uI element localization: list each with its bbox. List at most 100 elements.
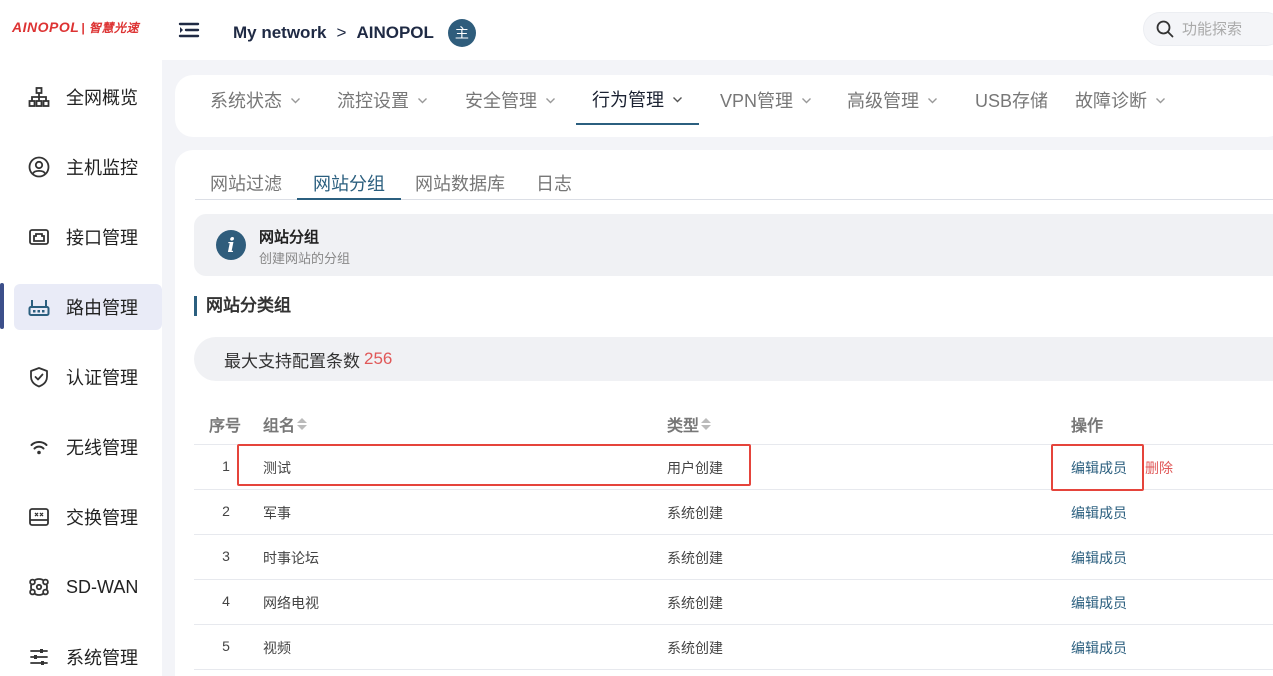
nav-label: USB存储	[975, 91, 1049, 111]
tab-log[interactable]: 日志	[536, 170, 572, 200]
chevron-down-icon	[546, 97, 555, 103]
sidebar-item-label: 交换管理	[66, 508, 138, 528]
table-row: 4 网络电视 系统创建 编辑成员	[194, 580, 1273, 625]
group-table: 序号 组名 类型 操作 1 测试 用户创建 编辑成员 删除 2 军事 系统创建 …	[194, 400, 1273, 670]
max-config-value: 256	[364, 349, 393, 368]
chevron-down-icon	[418, 97, 427, 103]
shield-check-icon	[28, 366, 50, 388]
edit-members-link[interactable]: 编辑成员	[1071, 593, 1127, 613]
table-row: 2 军事 系统创建 编辑成员	[194, 490, 1273, 535]
sort-icon[interactable]	[297, 418, 308, 430]
sidebar-item-label: 无线管理	[66, 438, 138, 458]
row-name: 时事论坛	[263, 550, 319, 566]
sidebar-item-label: 全网概览	[66, 88, 138, 108]
nav-advanced[interactable]: 高级管理	[847, 75, 938, 125]
edit-members-link[interactable]: 编辑成员	[1071, 503, 1127, 523]
sidebar: 全网概览 主机监控 接口管理 路由管理 认证管理 无线管理 交换管理 SD-WA…	[0, 60, 162, 676]
search-input[interactable]	[1182, 20, 1273, 38]
sdwan-icon	[28, 576, 50, 598]
nav-security[interactable]: 安全管理	[465, 75, 556, 125]
header-name[interactable]: 组名	[263, 412, 308, 436]
tab-website-group[interactable]: 网站分组	[297, 170, 401, 200]
table-header: 序号 组名 类型 操作	[194, 400, 1273, 445]
sub-tabs: 网站过滤 网站分组 网站数据库 日志	[195, 164, 1273, 200]
user-circle-icon	[28, 156, 50, 178]
row-name: 军事	[263, 505, 291, 521]
info-icon: i	[216, 230, 246, 260]
nav-flow-control[interactable]: 流控设置	[337, 75, 428, 125]
sidebar-item-overview[interactable]: 全网概览	[14, 74, 162, 120]
info-title: 网站分组	[259, 229, 320, 246]
header-action: 操作	[1071, 418, 1104, 435]
logo-text: AINOPOL	[12, 19, 80, 35]
sidebar-item-wireless[interactable]: 无线管理	[14, 424, 162, 470]
sidebar-item-label: 认证管理	[66, 368, 138, 388]
nav-usb-storage[interactable]: USB存储	[975, 75, 1048, 125]
nav-label: VPN管理	[720, 91, 794, 111]
breadcrumb-current: AINOPOL	[356, 23, 434, 42]
sidebar-item-label: 主机监控	[66, 158, 138, 178]
row-index: 5	[222, 638, 230, 654]
tab-website-filter[interactable]: 网站过滤	[210, 170, 282, 200]
sidebar-item-system[interactable]: 系统管理	[14, 634, 162, 676]
sidebar-item-switching[interactable]: 交换管理	[14, 494, 162, 540]
chevron-down-icon	[291, 97, 300, 103]
info-subtitle: 创建网站的分组	[259, 251, 351, 266]
sort-icon[interactable]	[701, 418, 712, 430]
wifi-icon	[28, 436, 50, 458]
breadcrumb-separator: >	[336, 23, 347, 42]
header-type[interactable]: 类型	[667, 412, 712, 436]
row-index: 4	[222, 593, 230, 609]
nav-label: 高级管理	[847, 91, 919, 111]
row-name: 视频	[263, 640, 291, 656]
interface-port-icon	[28, 226, 50, 248]
nav-label: 安全管理	[465, 91, 537, 111]
sidebar-item-interface[interactable]: 接口管理	[14, 214, 162, 260]
row-name: 测试	[263, 460, 291, 476]
row-type: 系统创建	[667, 550, 723, 566]
breadcrumb: My network > AINOPOL 主	[233, 19, 476, 47]
logo-cn-text: | 智慧光速	[81, 21, 139, 35]
tab-website-database[interactable]: 网站数据库	[415, 170, 505, 200]
switch-icon	[28, 506, 50, 528]
table-row: 1 测试 用户创建 编辑成员 删除	[194, 445, 1273, 490]
sidebar-item-label: 系统管理	[66, 648, 138, 668]
router-icon	[28, 296, 50, 318]
table-row: 3 时事论坛 系统创建 编辑成员	[194, 535, 1273, 580]
table-row: 5 视频 系统创建 编辑成员	[194, 625, 1273, 670]
row-type: 用户创建	[667, 460, 723, 476]
chevron-down-icon	[802, 97, 812, 103]
sidebar-item-auth[interactable]: 认证管理	[14, 354, 162, 400]
row-index: 3	[222, 548, 230, 564]
chevron-down-icon	[928, 97, 937, 103]
nav-diagnostics[interactable]: 故障诊断	[1075, 75, 1166, 125]
row-index: 1	[222, 458, 230, 474]
main-nav: 系统状态 流控设置 安全管理 行为管理 VPN管理 高级管理 USB存储 故障诊…	[175, 75, 1273, 137]
content-card: 网站过滤 网站分组 网站数据库 日志 i 网站分组 创建网站的分组 网站分类组 …	[175, 150, 1273, 676]
brand-logo[interactable]: AINOPOL | 智慧光速	[12, 19, 139, 36]
topology-icon	[28, 86, 50, 108]
sidebar-item-label: 路由管理	[66, 298, 138, 318]
search-box[interactable]	[1143, 12, 1273, 46]
sidebar-item-host-monitor[interactable]: 主机监控	[14, 144, 162, 190]
nav-behavior[interactable]: 行为管理	[576, 75, 699, 125]
edit-members-link[interactable]: 编辑成员	[1071, 458, 1127, 478]
nav-vpn[interactable]: VPN管理	[720, 75, 812, 125]
edit-members-link[interactable]: 编辑成员	[1071, 638, 1127, 658]
breadcrumb-root[interactable]: My network	[233, 23, 327, 43]
nav-label: 故障诊断	[1075, 91, 1147, 111]
avatar[interactable]: 主	[447, 19, 476, 47]
row-type: 系统创建	[667, 595, 723, 611]
delete-link[interactable]: 删除	[1145, 458, 1173, 478]
sidebar-item-label: 接口管理	[66, 228, 138, 248]
menu-toggle-icon[interactable]	[178, 20, 200, 40]
nav-system-status[interactable]: 系统状态	[210, 75, 301, 125]
sidebar-item-routing[interactable]: 路由管理	[14, 284, 162, 330]
edit-members-link[interactable]: 编辑成员	[1071, 548, 1127, 568]
nav-label: 行为管理	[592, 90, 664, 110]
row-type: 系统创建	[667, 640, 723, 656]
header-index: 序号	[209, 418, 242, 435]
sidebar-item-sdwan[interactable]: SD-WAN	[14, 564, 162, 610]
search-icon	[1156, 20, 1174, 38]
sliders-icon	[28, 646, 50, 668]
